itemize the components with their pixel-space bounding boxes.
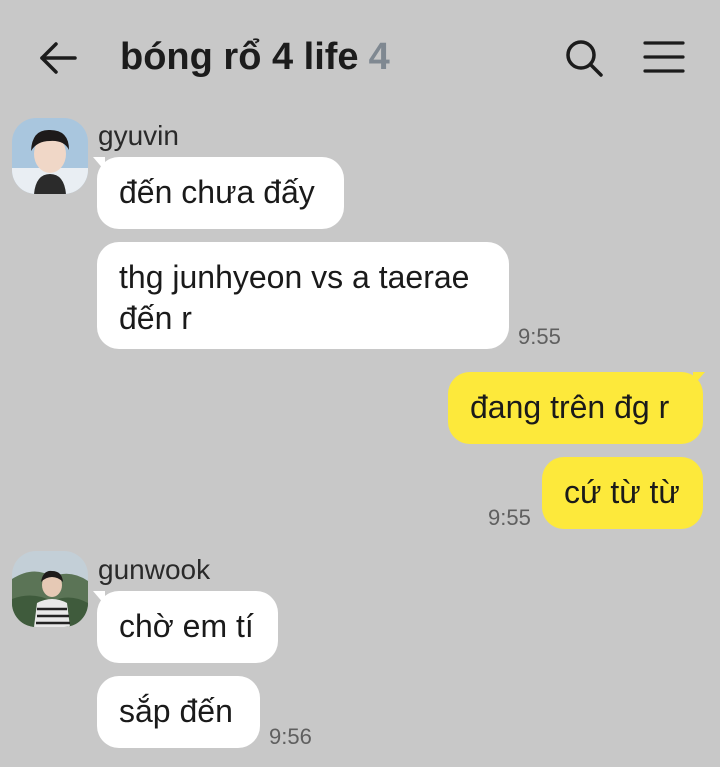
message-bubble-outgoing[interactable]: cứ từ từ: [542, 457, 703, 529]
message-time: 9:56: [269, 724, 312, 749]
search-button[interactable]: [562, 36, 606, 80]
profile-photo-icon: [12, 551, 88, 627]
arrow-left-icon: [40, 42, 77, 74]
group-name: bóng rổ 4 life: [120, 36, 359, 78]
message-bubble[interactable]: sắp đến: [97, 676, 260, 748]
back-button[interactable]: [34, 34, 82, 82]
message-bubble[interactable]: chờ em tí: [97, 591, 278, 663]
hamburger-menu-icon: [643, 41, 685, 73]
profile-photo-icon: [12, 118, 88, 194]
search-icon: [566, 40, 603, 77]
message-time: 9:55: [488, 505, 531, 530]
chat-title: bóng rổ 4 life 4: [120, 36, 390, 79]
chat-header: bóng rổ 4 life 4: [0, 0, 720, 110]
member-count: 4: [368, 36, 390, 78]
message-bubble[interactable]: thg junhyeon vs a taerae đến r: [97, 242, 509, 349]
sender-name: gunwook: [98, 554, 211, 585]
avatar[interactable]: [12, 551, 88, 627]
message-bubble[interactable]: đến chưa đấy: [97, 157, 344, 229]
avatar[interactable]: [12, 118, 88, 194]
message-time: 9:55: [518, 324, 561, 349]
menu-button[interactable]: [642, 38, 686, 78]
message-bubble-outgoing[interactable]: đang trên đg r: [448, 372, 703, 444]
sender-name: gyuvin: [98, 120, 179, 151]
